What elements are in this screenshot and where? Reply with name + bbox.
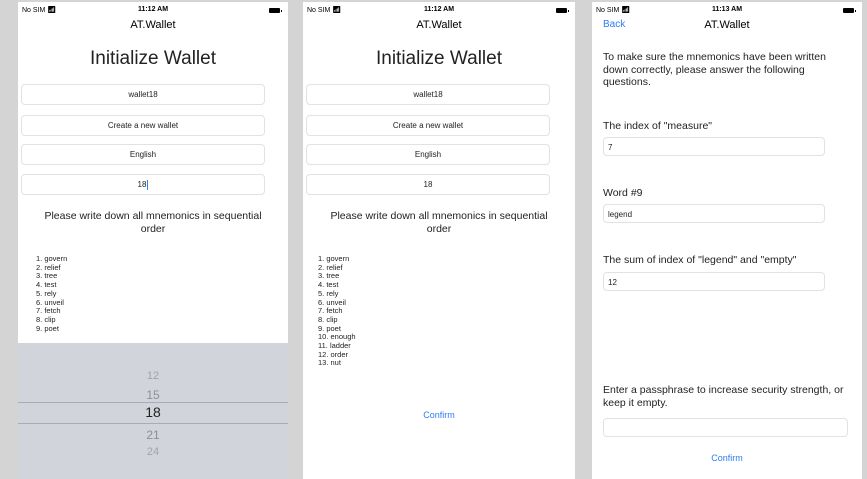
battery-icon: [556, 8, 569, 13]
status-bar: No SIM 📶︎ 11:12 AM: [303, 6, 575, 18]
question-label: Word #9: [603, 187, 643, 199]
language-select[interactable]: English: [306, 144, 550, 165]
instruction-text: Please write down all mnemonics in seque…: [330, 210, 548, 235]
passphrase-field[interactable]: [603, 418, 848, 437]
picker-option-selected[interactable]: 18: [18, 404, 288, 420]
picker-option[interactable]: 12: [18, 370, 288, 382]
text-cursor: [147, 179, 149, 190]
nav-title: AT.Wallet: [704, 19, 750, 31]
instruction-text: Please write down all mnemonics in seque…: [44, 210, 262, 235]
mnemonic-list: 1. govern 2. relief 3. tree 4. test 5. r…: [36, 255, 186, 343]
mnemonic-item: 4. test: [36, 280, 57, 290]
mnemonic-list: 1. govern 2. relief 3. tree 4. test 5. r…: [318, 255, 468, 389]
status-bar: No SIM 📶︎ 11:13 AM: [592, 6, 862, 18]
picker-option[interactable]: 15: [18, 388, 288, 402]
word-count-picker[interactable]: 12 15 18 21 24: [18, 343, 288, 479]
page-title: Initialize Wallet: [375, 48, 502, 69]
mnemonic-item: 2. relief: [318, 262, 343, 272]
nav-title: AT.Wallet: [130, 19, 176, 31]
word-count-field[interactable]: 18: [21, 174, 265, 195]
clock: 11:12 AM: [423, 6, 455, 13]
mnemonic-item: 3. tree: [318, 271, 340, 281]
mnemonic-item: 7. fetch: [36, 306, 61, 316]
status-bar: No SIM 📶︎ 11:12 AM: [18, 6, 288, 18]
clock: 11:13 AM: [711, 6, 743, 13]
word-count-field[interactable]: 18: [306, 174, 550, 195]
wallet-name-field[interactable]: wallet18: [21, 84, 265, 105]
question-label: The index of "measure": [603, 120, 713, 132]
mnemonic-item: 9. poet: [36, 323, 59, 333]
mnemonic-item: 7. fetch: [318, 306, 343, 316]
battery-icon: [269, 8, 282, 13]
confirm-button[interactable]: Confirm: [592, 453, 862, 463]
screen-verify-mnemonics: No SIM 📶︎ 11:13 AM Back AT.Wallet To mak…: [592, 2, 862, 479]
clock: 11:12 AM: [137, 6, 169, 13]
question-label: The sum of index of "legend" and "empty": [603, 254, 797, 266]
screen-initialize-wallet-picker: No SIM 📶︎ 11:12 AM AT.Wallet Initialize …: [18, 2, 288, 479]
verification-intro: To make sure the mnemonics have been wri…: [603, 51, 826, 88]
mnemonic-item: 4. test: [318, 280, 339, 290]
language-select[interactable]: English: [21, 144, 265, 165]
wallet-name-field[interactable]: wallet18: [306, 84, 550, 105]
wallet-action-select[interactable]: Create a new wallet: [21, 115, 265, 136]
nav-title: AT.Wallet: [416, 19, 462, 31]
battery-icon: [843, 8, 856, 13]
passphrase-label: Enter a passphrase to increase security …: [603, 384, 844, 409]
mnemonic-item: 3. tree: [36, 271, 58, 281]
picker-option[interactable]: 24: [18, 446, 288, 458]
picker-option[interactable]: 21: [18, 428, 288, 442]
answer-field-sum[interactable]: 12: [603, 272, 825, 291]
screen-initialize-wallet-mnemonics: No SIM 📶︎ 11:12 AM AT.Wallet Initialize …: [303, 2, 575, 479]
answer-field-index[interactable]: 7: [603, 137, 825, 156]
wallet-action-select[interactable]: Create a new wallet: [306, 115, 550, 136]
mnemonic-item: 13. nut: [318, 358, 341, 368]
page-title: Initialize Wallet: [89, 48, 216, 69]
confirm-button[interactable]: Confirm: [303, 410, 575, 420]
answer-field-word[interactable]: legend: [603, 204, 825, 223]
mnemonic-item: 2. relief: [36, 262, 61, 272]
